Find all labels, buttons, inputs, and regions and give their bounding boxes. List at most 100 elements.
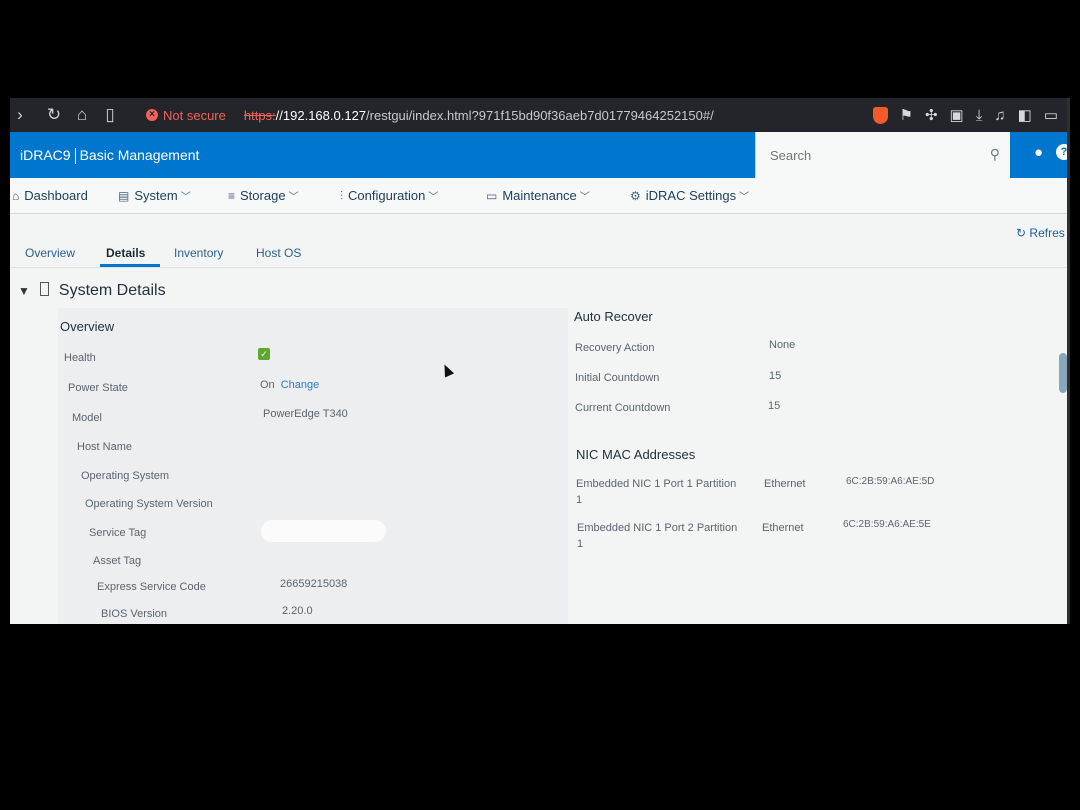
warning-icon: ×	[146, 109, 158, 121]
monitor-icon: ▭	[486, 189, 498, 203]
nic1-port1-mac: 6C:2B:59:A6:AE:5D	[846, 476, 935, 487]
browser-toolbar: › ↻ ⌂ ▯ × Not secure https://192.168.0.1…	[10, 98, 1067, 132]
recovery-action-label: Recovery Action	[575, 342, 655, 354]
url-host: //192.168.0.127	[275, 107, 367, 123]
url-scheme: https:	[243, 107, 276, 123]
address-bar[interactable]: https://192.168.0.127/restgui/index.html…	[244, 108, 714, 123]
reload-icon[interactable]: ↻	[46, 105, 62, 125]
search-box: ⚲	[755, 132, 1010, 178]
section-title: System Details	[58, 282, 166, 299]
tab-overview[interactable]: Overview	[25, 246, 75, 260]
server-icon: ▤	[118, 189, 130, 203]
nic1-port1-label-line2: 1	[576, 494, 583, 506]
overview-heading: Overview	[60, 319, 115, 334]
nav-system[interactable]: ▤ System ﹀	[118, 188, 191, 203]
brand: iDRAC9 Basic Management	[20, 147, 200, 165]
forward-icon[interactable]: ›	[12, 105, 28, 125]
nav-storage[interactable]: ≡ Storage ﹀	[228, 188, 299, 203]
host-name-label: Host Name	[77, 441, 133, 453]
help-icon[interactable]: ?	[1056, 144, 1067, 160]
nic1-port1-type: Ethernet	[764, 478, 806, 490]
initial-countdown-value: 15	[769, 370, 782, 382]
chevron-down-icon: ﹀	[739, 192, 750, 203]
server-icon	[39, 282, 49, 296]
database-icon: ≡	[228, 189, 236, 203]
power-state-text: On	[260, 379, 275, 391]
nav-storage-label: Storage	[240, 188, 286, 203]
tab-details[interactable]: Details	[106, 246, 145, 260]
brand-edition: Basic Management	[79, 147, 200, 163]
overview-panel	[58, 308, 568, 624]
refresh-icon: ↻	[1016, 226, 1027, 240]
search-input[interactable]	[756, 132, 956, 178]
wallet-icon[interactable]: ▭	[1044, 106, 1058, 124]
nic1-port2-type: Ethernet	[762, 522, 804, 534]
screenshot-icon[interactable]: ▣	[950, 106, 964, 124]
gears-icon: ⚙	[630, 189, 641, 203]
model-value: PowerEdge T340	[263, 408, 348, 420]
nic1-port2-mac: 6C:2B:59:A6:AE:5E	[843, 519, 931, 530]
home-icon: ⌂	[12, 189, 20, 203]
initial-countdown-label: Initial Countdown	[575, 372, 660, 384]
nav-configuration[interactable]: ⫶ Configuration ﹀	[340, 188, 438, 204]
tab-inventory[interactable]: Inventory	[174, 246, 223, 260]
chevron-down-icon: ﹀	[288, 192, 299, 203]
refresh-label: Refres	[1029, 226, 1065, 240]
sidebar-icon[interactable]: ◧	[1018, 106, 1032, 124]
refresh-button[interactable]: ↻ Refres	[1016, 226, 1065, 240]
service-tag-value-redacted	[261, 520, 386, 542]
home-browser-icon[interactable]: ⌂	[74, 105, 90, 125]
rewards-icon[interactable]: ⚑	[900, 106, 913, 124]
chevron-down-icon: ﹀	[579, 192, 590, 203]
screen: › ↻ ⌂ ▯ × Not secure https://192.168.0.1…	[10, 98, 1070, 624]
music-icon[interactable]: ♫	[994, 107, 1005, 124]
current-countdown-label: Current Countdown	[575, 402, 671, 414]
operating-system-label: Operating System	[81, 470, 170, 482]
extensions-icon[interactable]: ✣	[925, 106, 938, 124]
power-state-label: Power State	[68, 382, 128, 394]
brand-product: iDRAC9	[20, 147, 71, 163]
nav-dashboard[interactable]: ⌂ Dashboard	[12, 188, 88, 203]
url-path: /restgui/index.html?971f15bd90f36aeb7d01…	[366, 107, 714, 123]
power-state-value: On Change	[260, 379, 319, 391]
search-icon[interactable]: ⚲	[990, 146, 1000, 163]
bookmark-icon[interactable]: ▯	[102, 105, 118, 125]
nav-idrac-settings-label: iDRAC Settings	[645, 188, 737, 203]
security-indicator[interactable]: × Not secure	[146, 108, 226, 123]
nic1-port1-label: Embedded NIC 1 Port 1 Partition	[576, 478, 737, 490]
health-label: Health	[64, 352, 96, 364]
nav-maintenance-label: Maintenance	[502, 188, 577, 203]
nic-heading: NIC MAC Addresses	[576, 447, 696, 462]
nic1-port2-label: Embedded NIC 1 Port 2 Partition	[577, 522, 738, 534]
chevron-down-icon: ﹀	[180, 192, 191, 203]
main-nav: ⌂ Dashboard ▤ System ﹀ ≡ Storage ﹀ ⫶ Configura…	[10, 178, 1067, 214]
brand-divider	[74, 148, 76, 165]
nav-maintenance[interactable]: ▭ Maintenance ﹀	[486, 188, 590, 203]
power-change-link[interactable]: Change	[281, 379, 320, 391]
auto-recover-heading: Auto Recover	[574, 309, 653, 324]
health-ok-icon: ✓	[258, 348, 270, 360]
brave-shield-icon[interactable]	[872, 106, 888, 124]
chevron-down-icon: ﹀	[428, 192, 439, 203]
section-header[interactable]: ▼ System Details	[18, 282, 166, 300]
model-label: Model	[72, 412, 102, 424]
tab-bar: Overview Details Inventory Host OS	[10, 240, 1067, 268]
nav-system-label: System	[134, 188, 178, 203]
express-service-code-value: 26659215038	[280, 578, 348, 590]
express-service-code-label: Express Service Code	[97, 581, 206, 593]
security-label: Not secure	[163, 107, 226, 123]
current-countdown-value: 15	[768, 400, 781, 412]
download-icon[interactable]: ⤓	[976, 107, 983, 124]
user-icon[interactable]: ●	[1034, 144, 1043, 161]
chevron-down-icon: ▼	[18, 284, 30, 298]
active-tab-indicator	[100, 264, 160, 267]
nav-configuration-label: Configuration	[348, 188, 426, 203]
bios-version-value: 2.20.0	[282, 605, 313, 617]
service-tag-label: Service Tag	[89, 527, 147, 539]
bios-version-label: BIOS Version	[101, 608, 168, 620]
page-scrollbar[interactable]	[1059, 353, 1067, 393]
sliders-icon: ⫶	[340, 189, 344, 203]
asset-tag-label: Asset Tag	[93, 555, 142, 567]
nav-idrac-settings[interactable]: ⚙ iDRAC Settings ﹀	[630, 188, 749, 203]
tab-host-os[interactable]: Host OS	[256, 246, 301, 260]
